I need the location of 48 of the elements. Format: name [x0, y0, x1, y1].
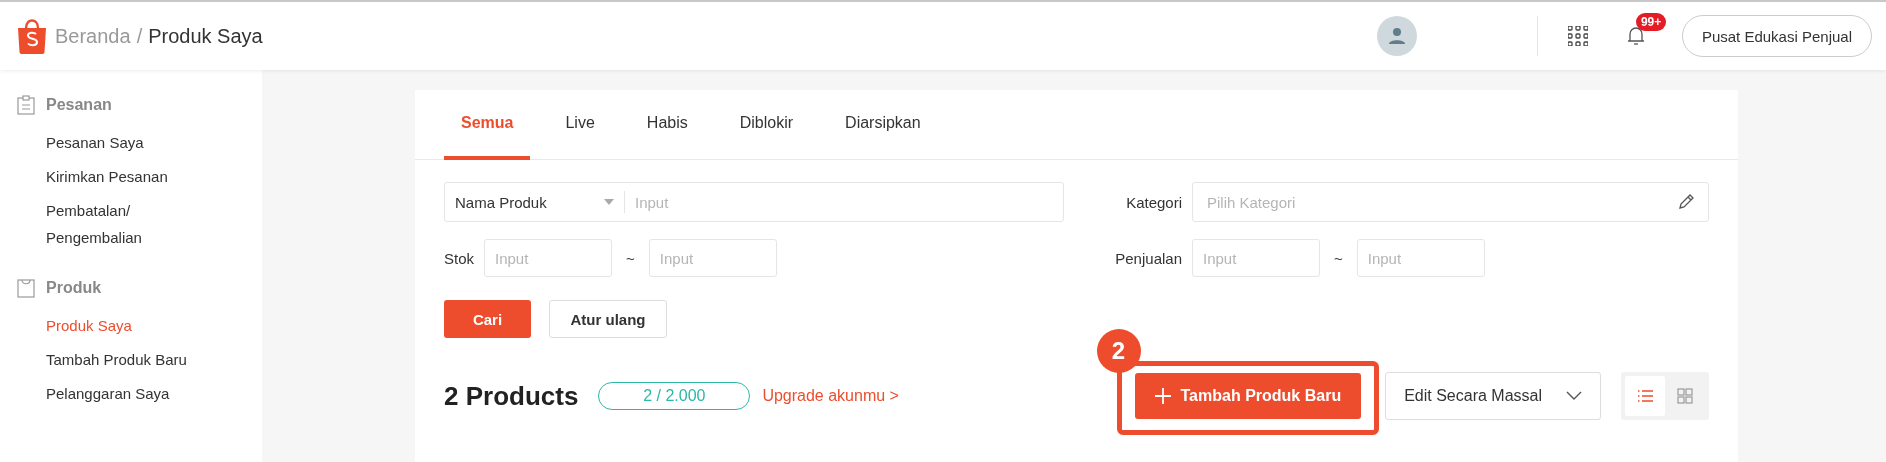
chevron-down-icon: [1566, 391, 1582, 401]
range-separator: ~: [1334, 249, 1343, 267]
plus-icon: [1154, 388, 1171, 404]
filter-label: Penjualan: [1114, 249, 1182, 267]
reset-button[interactable]: Atur ulang: [549, 300, 667, 338]
breadcrumb-separator: /: [136, 24, 143, 48]
tab[interactable]: Habis: [629, 90, 705, 160]
search-button[interactable]: Cari: [444, 300, 531, 338]
upgrade-link[interactable]: Upgrade akunmu >: [762, 387, 899, 405]
filter-label: Stok: [444, 249, 474, 267]
category-field[interactable]: Pilih Kategori: [1192, 182, 1709, 222]
filter-label: Kategori: [1125, 193, 1182, 211]
bulk-edit-dropdown[interactable]: Edit Secara Massal: [1385, 372, 1601, 420]
bag-icon: [17, 278, 35, 298]
help-center-button[interactable]: Pusat Edukasi Penjual: [1681, 15, 1872, 57]
tab[interactable]: Diarsipkan: [828, 90, 938, 160]
pencil-icon[interactable]: [1677, 193, 1695, 211]
tab[interactable]: Semua: [444, 90, 531, 160]
step-marker: 2: [1096, 329, 1141, 373]
sidebar-section-title: Produk: [46, 279, 102, 297]
tab[interactable]: Live: [548, 90, 612, 160]
apps-grid-icon[interactable]: [1567, 26, 1588, 46]
shopping-bag-logo[interactable]: [16, 18, 48, 54]
sidebar-item[interactable]: Kirimkan Pesanan: [0, 163, 262, 190]
max-input[interactable]: Input: [1356, 239, 1485, 277]
max-input[interactable]: Input: [648, 239, 777, 277]
sidebar-item[interactable]: Pembatalan/ Pengembalian: [0, 197, 262, 251]
min-input[interactable]: Input: [1192, 239, 1320, 277]
list-icon: [1636, 388, 1654, 404]
grid-icon: [1676, 388, 1694, 404]
breadcrumb-item: Produk Saya: [148, 24, 263, 48]
tab[interactable]: Diblokir: [722, 90, 811, 160]
min-input[interactable]: Input: [484, 239, 612, 277]
sidebar-section-title: Pesanan: [46, 96, 112, 114]
sidebar-item[interactable]: Pelanggaran Saya: [0, 380, 262, 407]
add-product-button[interactable]: Tambah Produk Baru: [1134, 373, 1362, 419]
clipboard-icon: [17, 95, 35, 115]
sidebar-item[interactable]: Produk Saya: [0, 312, 262, 339]
list-view-button[interactable]: [1625, 376, 1665, 416]
product-count-title: 2 Products: [444, 380, 579, 412]
range-separator: ~: [626, 249, 635, 267]
search-field[interactable]: Nama Produk Input: [444, 182, 1064, 222]
avatar-icon[interactable]: [1376, 16, 1417, 56]
notification-badge: 99+: [1635, 13, 1667, 31]
sidebar-item[interactable]: Pesanan Saya: [0, 129, 262, 156]
caret-icon: [604, 199, 614, 205]
sidebar-item[interactable]: Tambah Produk Baru: [0, 346, 262, 373]
bell-icon[interactable]: [1625, 25, 1646, 47]
